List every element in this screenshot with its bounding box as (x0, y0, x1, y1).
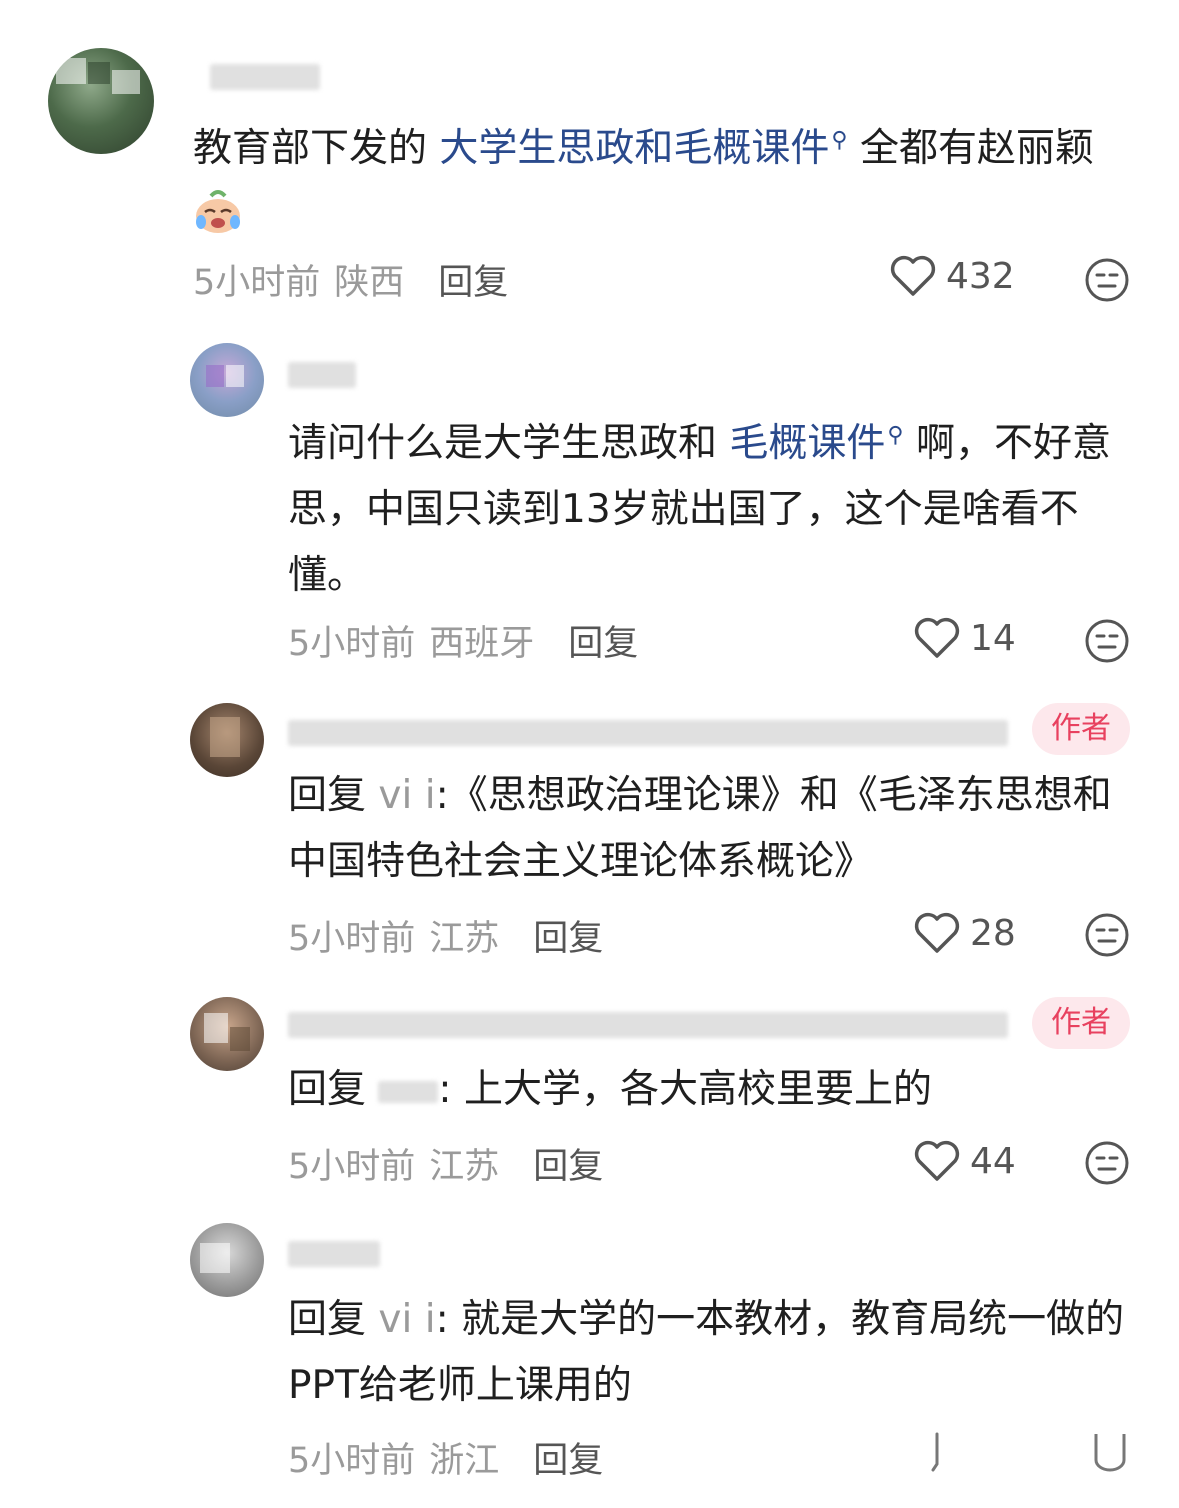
meh-face-icon[interactable] (1084, 257, 1130, 303)
reply-button[interactable]: 回复 (533, 919, 603, 959)
comment-meta: 5小时前 陕西 回复 (193, 254, 508, 305)
search-icon[interactable]: ⚲ (831, 108, 847, 174)
author-badge: 作者 (1032, 997, 1130, 1049)
search-icon[interactable]: ⚲ (887, 403, 903, 469)
search-link[interactable]: 大学生思政和毛概课件⚲ (439, 126, 847, 171)
heart-outline-icon (914, 1140, 960, 1181)
location: 陕西 (334, 263, 405, 303)
comment-text: 回复 vi i:《思想政治理论课》和《毛泽东思想和中国特色社会主义理论体系概论》 (288, 763, 1138, 895)
heart-outline-icon (914, 617, 960, 658)
author-badge: 作者 (1032, 703, 1130, 755)
link-text[interactable]: 大学生思政和毛概课件 (439, 126, 829, 171)
reply-prefix: 回复 (288, 773, 367, 818)
comment-meta: 5小时前 浙江 回复 (288, 1432, 603, 1483)
username-blur (288, 1012, 1008, 1038)
like-button[interactable]: 432 (890, 255, 1015, 297)
timestamp: 5小时前 (288, 624, 416, 664)
timestamp: 5小时前 (288, 919, 416, 959)
link-text[interactable]: 毛概课件 (729, 421, 885, 466)
username-blur (288, 1241, 380, 1267)
mention-blur (378, 1080, 439, 1103)
like-count: 44 (970, 1140, 1016, 1182)
heart-outline-icon (890, 255, 936, 296)
text-segment: 全都有赵丽颖 (847, 126, 1094, 171)
text-segment: 教育部下发的 (193, 126, 440, 171)
location: 江苏 (429, 1147, 500, 1187)
reply-button[interactable]: 回复 (568, 624, 638, 664)
partial-heart-icon (926, 1430, 948, 1474)
crying-laughing-emoji-icon (193, 186, 243, 236)
comment-text: 回复 vi i: 就是大学的一本教材，教育局统一做的PPT给老师上课用的 (288, 1287, 1138, 1419)
mention[interactable]: vi i (378, 773, 435, 818)
like-button[interactable]: 28 (914, 912, 1016, 954)
meh-face-icon[interactable] (1084, 912, 1130, 958)
partial-face-icon (1092, 1430, 1128, 1474)
comment-meta: 5小时前 江苏 回复 (288, 1138, 603, 1189)
username-blur (288, 720, 1008, 746)
location: 浙江 (429, 1441, 500, 1481)
username-blur (288, 362, 356, 388)
reply-button[interactable]: 回复 (533, 1147, 603, 1187)
meh-face-icon[interactable] (1084, 618, 1130, 664)
reply-prefix: 回复 (288, 1067, 367, 1112)
search-link[interactable]: 毛概课件⚲ (729, 421, 903, 466)
comment-text: 回复 : 上大学，各大高校里要上的 (288, 1057, 1138, 1123)
reply-prefix: 回复 (288, 1297, 367, 1342)
reply-text: : 上大学，各大高校里要上的 (438, 1067, 932, 1112)
avatar[interactable] (190, 703, 264, 777)
reply-button[interactable]: 回复 (438, 263, 508, 303)
avatar[interactable] (190, 997, 264, 1071)
comment-text: 请问什么是大学生思政和 毛概课件⚲ 啊，不好意思，中国只读到13岁就出国了，这个… (288, 403, 1128, 609)
text-segment: 请问什么是大学生思政和 (288, 421, 730, 466)
timestamp: 5小时前 (193, 263, 321, 303)
comment-text: 教育部下发的 大学生思政和毛概课件⚲ 全都有赵丽颖 (193, 108, 1123, 248)
reply-button[interactable]: 回复 (533, 1441, 603, 1481)
like-button[interactable]: 14 (914, 617, 1016, 659)
location: 西班牙 (429, 624, 535, 664)
meh-face-icon[interactable] (1084, 1140, 1130, 1186)
mention[interactable]: vi i (378, 1297, 435, 1342)
timestamp: 5小时前 (288, 1147, 416, 1187)
like-button[interactable]: 44 (914, 1140, 1016, 1182)
timestamp: 5小时前 (288, 1441, 416, 1481)
avatar[interactable] (48, 48, 154, 154)
heart-outline-icon (914, 912, 960, 953)
location: 江苏 (429, 919, 500, 959)
avatar[interactable] (190, 1223, 264, 1297)
like-count: 28 (970, 912, 1016, 954)
username-blur (210, 64, 320, 90)
comment-meta: 5小时前 江苏 回复 (288, 910, 603, 961)
like-count: 432 (946, 255, 1015, 297)
avatar[interactable] (190, 343, 264, 417)
comment-meta: 5小时前 西班牙 回复 (288, 615, 638, 666)
like-count: 14 (970, 617, 1016, 659)
